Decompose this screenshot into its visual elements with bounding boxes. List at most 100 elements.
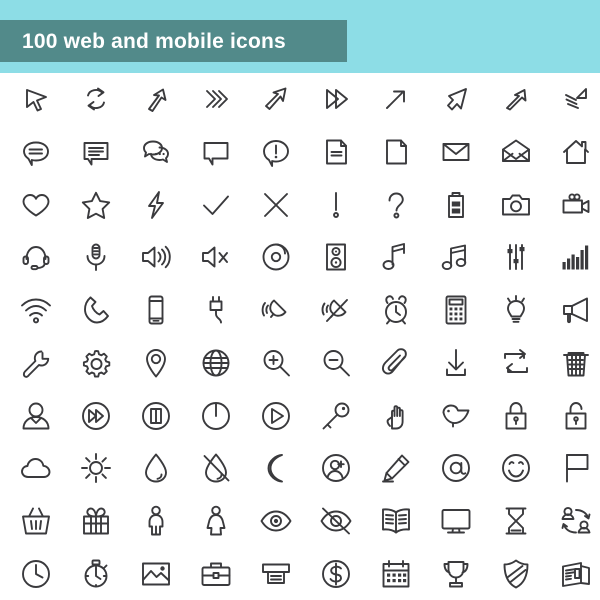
stopwatch-icon[interactable] (66, 547, 126, 600)
download-icon[interactable] (426, 337, 486, 390)
woman-figure-icon[interactable] (186, 495, 246, 548)
phone-handset-icon[interactable] (66, 284, 126, 337)
alarm-clock-icon[interactable] (366, 284, 426, 337)
document-lines-icon[interactable] (306, 126, 366, 179)
hourglass-icon[interactable] (486, 495, 546, 548)
double-chevron-right-icon[interactable] (186, 73, 246, 126)
sun-icon[interactable] (66, 442, 126, 495)
headset-icon[interactable] (6, 231, 66, 284)
light-bulb-icon[interactable] (486, 284, 546, 337)
briefcase-icon[interactable] (186, 547, 246, 600)
bell-muted-icon[interactable] (306, 284, 366, 337)
user-exchange-icon[interactable] (546, 495, 600, 548)
user-avatar-icon[interactable] (6, 389, 66, 442)
lightning-bolt-icon[interactable] (126, 178, 186, 231)
eye-icon[interactable] (246, 495, 306, 548)
monitor-icon[interactable] (426, 495, 486, 548)
fast-forward-icon[interactable] (306, 73, 366, 126)
lock-closed-icon[interactable] (486, 389, 546, 442)
lock-open-icon[interactable] (546, 389, 600, 442)
power-plug-icon[interactable] (186, 284, 246, 337)
speaker-volume-icon[interactable] (126, 231, 186, 284)
megaphone-icon[interactable] (546, 284, 600, 337)
cursor-arrow-icon[interactable] (6, 73, 66, 126)
music-note-icon[interactable] (366, 231, 426, 284)
open-book-icon[interactable] (366, 495, 426, 548)
calculator-icon[interactable] (426, 284, 486, 337)
atm-printer-icon[interactable] (246, 547, 306, 600)
speaker-cabinet-icon[interactable] (306, 231, 366, 284)
cloud-icon[interactable] (6, 442, 66, 495)
chat-bubbles-dots-icon[interactable] (126, 126, 186, 179)
exclamation-mark-icon[interactable] (306, 178, 366, 231)
pencil-edit-icon[interactable] (366, 442, 426, 495)
power-button-icon[interactable] (186, 389, 246, 442)
zoom-out-icon[interactable] (306, 337, 366, 390)
battery-icon[interactable] (426, 178, 486, 231)
flag-icon[interactable] (546, 442, 600, 495)
at-sign-icon[interactable] (426, 442, 486, 495)
star-icon[interactable] (66, 178, 126, 231)
paperclip-icon[interactable] (366, 337, 426, 390)
arrow-up-right-outline-icon[interactable] (486, 73, 546, 126)
no-water-drop-icon[interactable] (186, 442, 246, 495)
speech-bubble-empty-icon[interactable] (186, 126, 246, 179)
shield-icon[interactable] (486, 547, 546, 600)
add-user-circle-icon[interactable] (306, 442, 366, 495)
newspaper-icon[interactable] (546, 547, 600, 600)
double-music-note-icon[interactable] (426, 231, 486, 284)
smiley-face-icon[interactable] (486, 442, 546, 495)
signal-bars-icon[interactable] (546, 231, 600, 284)
question-mark-icon[interactable] (366, 178, 426, 231)
eye-hidden-icon[interactable] (306, 495, 366, 548)
wifi-icon[interactable] (6, 284, 66, 337)
gift-box-icon[interactable] (66, 495, 126, 548)
bell-ringing-icon[interactable] (246, 284, 306, 337)
envelope-open-icon[interactable] (486, 126, 546, 179)
gear-icon[interactable] (66, 337, 126, 390)
refresh-sync-arrows-icon[interactable] (66, 73, 126, 126)
arrow-up-right-bold-icon[interactable] (246, 73, 306, 126)
calendar-icon[interactable] (366, 547, 426, 600)
document-blank-icon[interactable] (366, 126, 426, 179)
speaker-muted-icon[interactable] (186, 231, 246, 284)
moon-icon[interactable] (246, 442, 306, 495)
bird-icon[interactable] (426, 389, 486, 442)
shopping-basket-icon[interactable] (6, 495, 66, 548)
smartphone-icon[interactable] (126, 284, 186, 337)
image-photo-icon[interactable] (126, 547, 186, 600)
trophy-icon[interactable] (426, 547, 486, 600)
arrow-up-right-icon[interactable] (126, 73, 186, 126)
envelope-closed-icon[interactable] (426, 126, 486, 179)
heart-icon[interactable] (6, 178, 66, 231)
key-icon[interactable] (306, 389, 366, 442)
alert-bubble-icon[interactable] (246, 126, 306, 179)
fast-forward-circle-icon[interactable] (66, 389, 126, 442)
video-camera-icon[interactable] (546, 178, 600, 231)
checkmark-icon[interactable] (186, 178, 246, 231)
compact-disc-icon[interactable] (246, 231, 306, 284)
house-icon[interactable] (546, 126, 600, 179)
play-circle-icon[interactable] (246, 389, 306, 442)
camera-icon[interactable] (486, 178, 546, 231)
close-cross-icon[interactable] (246, 178, 306, 231)
water-drop-icon[interactable] (126, 442, 186, 495)
chat-bubble-square-icon[interactable] (66, 126, 126, 179)
trash-can-icon[interactable] (546, 337, 600, 390)
microphone-icon[interactable] (66, 231, 126, 284)
cursor-pointer-icon[interactable] (426, 73, 486, 126)
clock-icon[interactable] (6, 547, 66, 600)
wrench-icon[interactable] (6, 337, 66, 390)
arrow-motion-lines-icon[interactable] (546, 73, 600, 126)
arrow-up-right-thin-icon[interactable] (366, 73, 426, 126)
equalizer-sliders-icon[interactable] (486, 231, 546, 284)
globe-icon[interactable] (186, 337, 246, 390)
dollar-circle-icon[interactable] (306, 547, 366, 600)
man-figure-icon[interactable] (126, 495, 186, 548)
loop-repeat-icon[interactable] (486, 337, 546, 390)
chat-bubble-round-icon[interactable] (6, 126, 66, 179)
zoom-in-icon[interactable] (246, 337, 306, 390)
pointing-hand-icon[interactable] (366, 389, 426, 442)
pause-circle-icon[interactable] (126, 389, 186, 442)
map-pin-icon[interactable] (126, 337, 186, 390)
